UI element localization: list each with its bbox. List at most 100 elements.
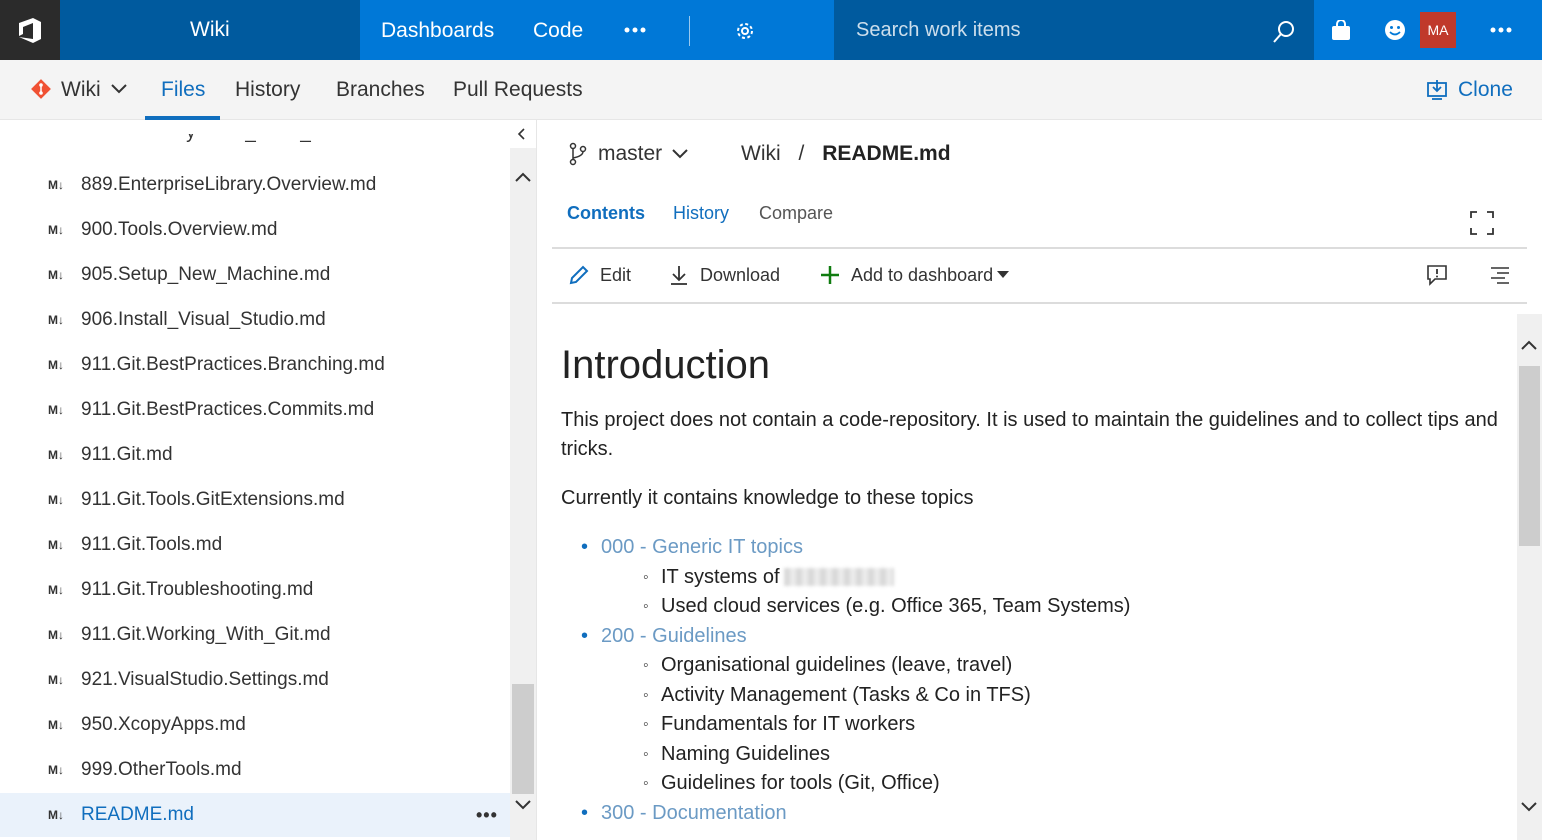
content-scrollbar[interactable] xyxy=(1517,314,1542,840)
avatar[interactable]: MA xyxy=(1420,12,1456,48)
vsts-logo[interactable] xyxy=(0,0,60,60)
file-tree-item[interactable]: M↓ 911.Git.Working_With_Git.md xyxy=(0,613,510,657)
tab-contents[interactable]: Contents xyxy=(567,203,645,224)
download-label: Download xyxy=(700,264,781,285)
divider xyxy=(552,247,1527,249)
content-scroll-thumb[interactable] xyxy=(1519,366,1540,546)
tab-pull-requests[interactable]: Pull Requests xyxy=(453,78,583,102)
readme-paragraph: This project does not contain a code-rep… xyxy=(561,409,1498,460)
file-name: 911.Git.Troubleshooting.md xyxy=(81,579,314,600)
markdown-file-icon: M↓ xyxy=(48,403,64,417)
plus-icon xyxy=(821,266,839,284)
topic-subitem-text: Used cloud services (e.g. Office 365, Te… xyxy=(661,595,1131,617)
markdown-file-icon: M↓ xyxy=(48,493,64,507)
clone-label: Clone xyxy=(1458,78,1513,101)
sub-bullet-icon: ◦ xyxy=(643,686,649,704)
topic-link[interactable]: 300 - Documentation xyxy=(601,802,787,824)
readme-preview: Introduction This project does not conta… xyxy=(561,340,1511,828)
markdown-file-icon: M↓ xyxy=(48,223,64,237)
topic-subitem: ◦ Naming Guidelines xyxy=(643,740,1511,770)
file-tree-item[interactable]: M↓ 900.Tools.Overview.md xyxy=(0,208,510,252)
download-button[interactable]: Download xyxy=(668,264,780,286)
smiley-icon[interactable] xyxy=(1384,19,1406,41)
scroll-up-icon[interactable] xyxy=(513,170,533,184)
file-more-actions-icon[interactable]: ••• xyxy=(476,805,498,826)
topic-subitem: ◦ Guidelines for tools (Git, Office) xyxy=(643,769,1511,799)
topic-link[interactable]: 200 - Guidelines xyxy=(601,625,747,647)
topic-subitem: ◦ IT systems of xyxy=(643,563,1511,593)
branch-name: master xyxy=(598,142,663,165)
file-tree-item[interactable]: M↓ 950.XcopyApps.md xyxy=(0,703,510,747)
file-tree-item[interactable]: M↓ 911.Git.md xyxy=(0,433,510,477)
scroll-down-icon[interactable] xyxy=(513,798,533,812)
more-icon[interactable] xyxy=(624,26,646,34)
topic-subitem-text: Fundamentals for IT workers xyxy=(661,713,916,735)
topic-link[interactable]: 000 - Generic IT topics xyxy=(601,536,803,558)
topic-subitems: ◦ IT systems of ◦ Used cloud services (e.g.… xyxy=(643,563,1511,622)
file-tree-item[interactable]: M↓ 921.VisualStudio.Settings.md xyxy=(0,658,510,702)
sub-bullet-icon: ◦ xyxy=(643,598,649,615)
readme-title: Introduction xyxy=(561,343,771,387)
topic-subitem: ◦ Activity Management (Tasks & Co in TFS) xyxy=(643,681,1511,711)
markdown-file-icon: M↓ xyxy=(48,448,64,462)
edit-label: Edit xyxy=(600,264,632,285)
file-tree-item[interactable]: M↓ 911.Git.Tools.GitExtensions.md xyxy=(0,478,510,522)
sub-bullet-icon: ◦ xyxy=(643,775,649,792)
edit-button[interactable]: Edit xyxy=(568,264,631,286)
nav-code[interactable]: Code xyxy=(533,19,583,43)
file-tree-item[interactable]: M↓ 889.EnterpriseLibrary.Overview.md xyxy=(0,163,510,207)
repo-selector[interactable]: Wiki xyxy=(61,78,101,102)
file-tree-item[interactable]: M↓ 911.Git.BestPractices.Commits.md xyxy=(0,388,510,432)
topics-list: • 000 - Generic IT topics ◦ IT systems of ◦ U… xyxy=(581,533,1511,828)
file-name: 921.VisualStudio.Settings.md xyxy=(81,669,329,690)
file-name: 911.Git.Tools.md xyxy=(81,534,223,555)
file-tree-item[interactable]: M↓ 999.OtherTools.md xyxy=(0,748,510,792)
tab-compare[interactable]: Compare xyxy=(759,203,833,224)
topic-subitem-text: Guidelines for tools (Git, Office) xyxy=(661,772,940,794)
file-tree-item[interactable]: M↓ 911.Git.Tools.md xyxy=(0,523,510,567)
search-icon[interactable] xyxy=(1272,20,1296,44)
file-tree-item[interactable]: M↓ 906.Install_Visual_Studio.md xyxy=(0,298,510,342)
tab-history[interactable]: History xyxy=(235,78,300,102)
markdown-file-icon: M↓ xyxy=(48,628,64,642)
project-selector[interactable]: Wiki xyxy=(60,0,408,60)
gear-icon[interactable] xyxy=(734,20,756,42)
tab-file-history[interactable]: History xyxy=(673,203,729,224)
outline-icon[interactable] xyxy=(1489,265,1511,285)
file-tree-item[interactable]: M↓ 905.Setup_New_Machine.md xyxy=(0,253,510,297)
scroll-down-icon[interactable] xyxy=(1519,800,1539,814)
clone-button[interactable]: Clone xyxy=(1426,78,1513,102)
file-tree-item[interactable]: M↓ 911.Git.Troubleshooting.md xyxy=(0,568,510,612)
tab-branches[interactable]: Branches xyxy=(336,78,425,102)
branch-selector[interactable]: master xyxy=(568,142,690,166)
chevron-down-icon[interactable] xyxy=(110,82,128,96)
file-name: 999.OtherTools.md xyxy=(81,759,242,780)
redacted-text xyxy=(783,568,894,587)
scroll-up-icon[interactable] xyxy=(1519,338,1539,352)
breadcrumb-current: README.md xyxy=(822,142,951,165)
pencil-icon xyxy=(569,265,589,285)
search-input[interactable] xyxy=(856,14,1256,46)
topic-subitem: ◦ Organisational guidelines (leave, trave… xyxy=(643,651,1511,681)
add-to-dashboard-button[interactable]: Add to dashboard xyxy=(819,264,1010,286)
tab-files[interactable]: Files xyxy=(161,78,205,102)
breadcrumb: Wiki / README.md xyxy=(741,142,951,166)
divider xyxy=(552,302,1527,304)
comment-icon[interactable] xyxy=(1426,264,1448,286)
sub-bullet-icon: ◦ xyxy=(643,716,649,733)
breadcrumb-root[interactable]: Wiki xyxy=(741,142,781,165)
tree-scrollbar[interactable] xyxy=(510,148,536,840)
marketplace-bag-icon[interactable] xyxy=(1330,20,1352,42)
more-icon[interactable] xyxy=(1490,26,1512,34)
markdown-file-icon: M↓ xyxy=(48,583,64,597)
markdown-file-icon: M↓ xyxy=(48,313,64,327)
caret-down-icon xyxy=(997,271,1010,278)
file-tree-item[interactable]: M↓ README.md ••• xyxy=(0,793,510,837)
markdown-file-icon: M↓ xyxy=(48,808,64,822)
chevron-left-icon[interactable] xyxy=(514,124,528,144)
nav-dashboards[interactable]: Dashboards xyxy=(381,19,494,43)
tree-scroll-thumb[interactable] xyxy=(512,684,534,794)
sub-bullet-icon: ◦ xyxy=(643,657,649,674)
file-tree-item[interactable]: M↓ 911.Git.BestPractices.Branching.md xyxy=(0,343,510,387)
fullscreen-icon[interactable] xyxy=(1470,211,1494,235)
